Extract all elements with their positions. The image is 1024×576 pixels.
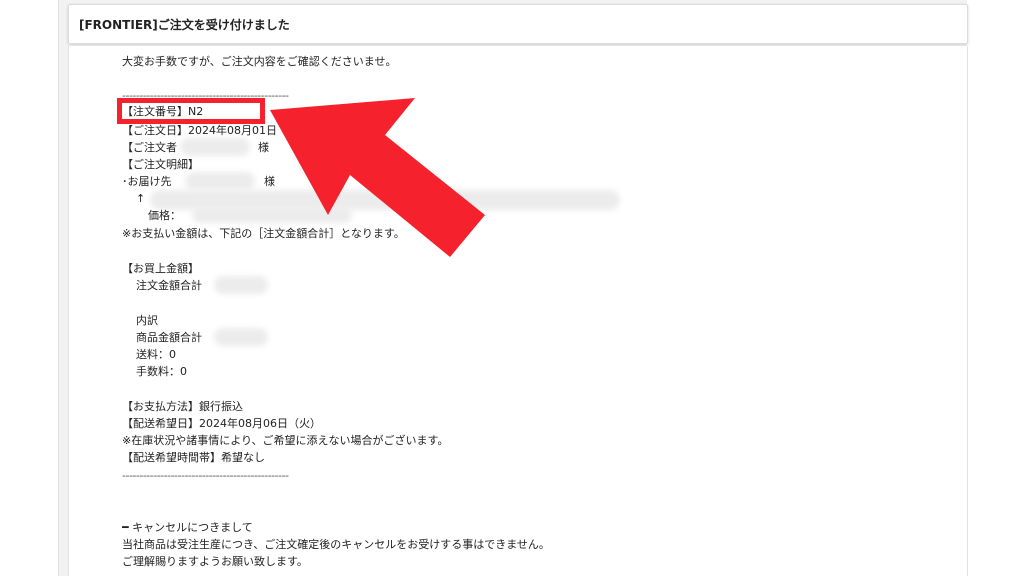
red-arrow-icon (270, 98, 485, 257)
price-line: 価格： (148, 209, 181, 222)
delivery-line: ･お届け先 (122, 175, 172, 188)
stock-note: ※在庫状況や諸事情により、ご希望に添えない場合がございます。 (122, 434, 449, 447)
arrow-shape (270, 98, 485, 257)
shipping-line: 送料：0 (136, 348, 176, 361)
order-number-highlight-box (117, 98, 265, 124)
payment-method-line: 【お支払方法】銀行振込 (122, 400, 243, 413)
order-date-line: 【ご注文日】2024年08月01日 (122, 124, 277, 137)
order-total-line: 注文金額合計 (136, 279, 202, 292)
orderer-honorific: 様 (258, 141, 269, 154)
delivery-time-line: 【配送希望時間帯】希望なし (122, 451, 265, 464)
cancel-thanks: ご理解賜りますようお願い致します。 (122, 555, 308, 568)
breakdown-label: 内訳 (136, 314, 158, 327)
email-subject: [FRONTIER]ご注文を受け付けました (79, 18, 290, 32)
redacted-orderer-name (180, 138, 250, 156)
redacted-order-total (214, 276, 268, 294)
order-detail-line: 【ご注文明細】 (122, 158, 199, 171)
fee-line: 手数料：0 (136, 365, 187, 378)
cancel-text: 当社商品は受注生産につき、ご注文確定後のキャンセルをお受けする事はできません。 (122, 538, 550, 551)
product-total-line: 商品金額合計 (136, 331, 202, 344)
redacted-product-total (214, 328, 268, 346)
intro-text: 大変お手数ですが、ご注文内容をご確認くださいませ。 (122, 55, 397, 68)
cancel-heading: ━ キャンセルにつきまして (122, 521, 253, 534)
email-subject-bar: [FRONTIER]ご注文を受け付けました (68, 4, 968, 44)
redacted-delivery-name (185, 172, 255, 190)
orderer-line: 【ご注文者 (122, 141, 177, 154)
delivery-date-line: 【配送希望日】2024年08月06日（火） (122, 417, 321, 430)
purchase-amount-heading: 【お買上金額】 (122, 262, 199, 275)
item-marker: ↑ (136, 192, 146, 205)
divider-bottom: ----------------------------------------… (122, 469, 289, 482)
